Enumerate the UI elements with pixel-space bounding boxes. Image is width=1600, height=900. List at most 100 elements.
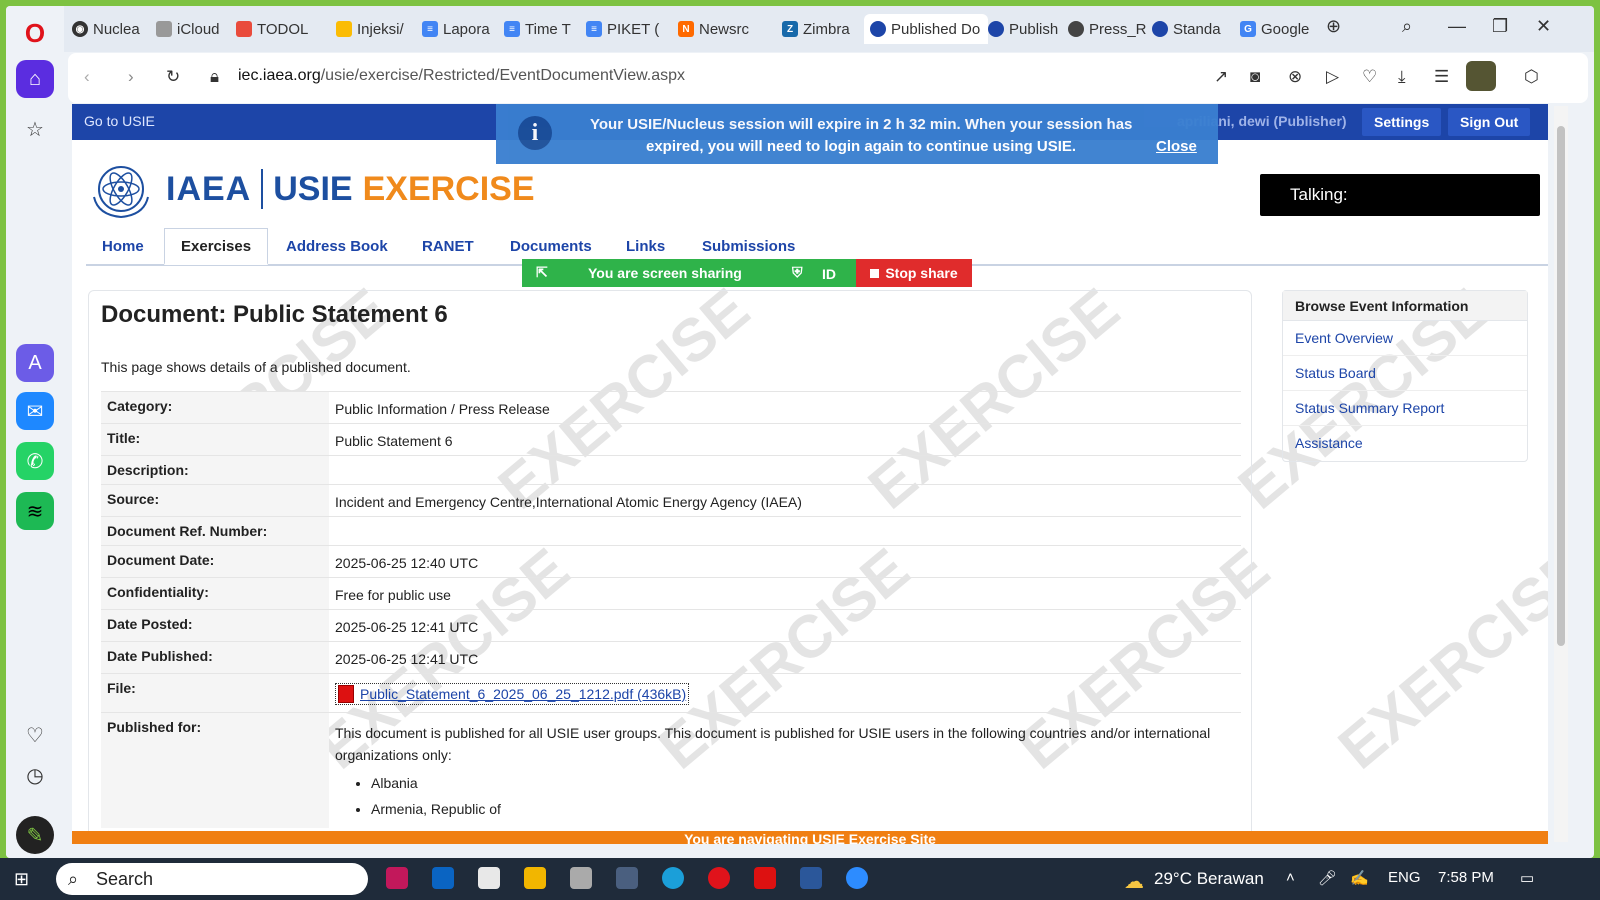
tab[interactable]: N Newsrc (678, 14, 754, 44)
tab[interactable]: Standa (1152, 14, 1230, 44)
tab[interactable]: ≡ Time T (504, 14, 580, 44)
details-table: Category: Public Information / Press Rele… (101, 391, 1241, 828)
zoom-icon[interactable] (846, 867, 868, 889)
stop-share-button[interactable]: Stop share (856, 259, 972, 287)
page-scrollbar[interactable] (1554, 106, 1568, 842)
site-logo[interactable]: IAEA USIE EXERCISE (86, 154, 535, 224)
paint-icon[interactable] (570, 867, 592, 889)
tab[interactable]: Z Zimbra (782, 14, 860, 44)
scrollbar-thumb[interactable] (1557, 126, 1565, 646)
new-tab-icon[interactable]: ⊕ (1326, 16, 1341, 37)
copilot-icon[interactable] (386, 867, 408, 889)
drive-icon (336, 21, 352, 37)
history-icon[interactable]: ◷ (16, 756, 54, 794)
link-status-board[interactable]: Status Board (1283, 356, 1527, 391)
heart-icon[interactable]: ♡ (1362, 67, 1377, 87)
chevron-up-icon[interactable]: ˄ (1286, 869, 1295, 886)
tab[interactable]: Publish (988, 14, 1064, 44)
menu-icon[interactable]: ☰ (1434, 67, 1449, 87)
file-link[interactable]: Public_Statement_6_2025_06_25_1212.pdf (… (335, 683, 690, 705)
home-icon[interactable]: ⌂ (16, 60, 54, 98)
edit-icon[interactable]: ✎ (16, 816, 54, 854)
share-icon[interactable]: ↗ (1214, 67, 1228, 87)
windows-start-icon[interactable]: ⊞ (14, 869, 29, 890)
pinboard-icon[interactable]: ☆ (16, 110, 54, 148)
weather-text[interactable]: 29°C Berawan (1154, 869, 1264, 889)
calculator-icon[interactable] (616, 867, 638, 889)
tab-label: Press_R (1089, 20, 1147, 38)
extensions-icon[interactable]: ⬡ (1524, 67, 1539, 87)
taskbar: ⊞ ⌕ Search ☁ 29°C Berawan ˄ 🎤︎ ✍ ENG 7:58… (0, 858, 1600, 900)
banner-close-link[interactable]: Close (1156, 138, 1197, 155)
forward-icon[interactable]: › (128, 67, 134, 87)
edge-icon[interactable] (662, 867, 684, 889)
restore-icon[interactable]: ❐ (1492, 16, 1508, 37)
newsroom-icon: N (678, 21, 694, 37)
outlook-icon[interactable] (432, 867, 454, 889)
adblock-icon[interactable]: ⊗ (1288, 67, 1302, 87)
info-icon: i (518, 116, 552, 150)
address-bar[interactable]: ‹ › ↻ 🔒︎ iec.iaea.org/usie/exercise/Rest… (68, 53, 1588, 103)
field-label: Source: (101, 484, 329, 517)
tab-label: Newsrc (699, 20, 750, 38)
tab[interactable]: Injeksi/ (336, 14, 416, 44)
nav-address-book[interactable]: Address Book (270, 228, 404, 264)
nav-ranet[interactable]: RANET (406, 228, 490, 264)
apple-icon (156, 21, 172, 37)
whatsapp-icon[interactable]: ✆ (16, 442, 54, 480)
opera-logo-icon[interactable]: O (16, 14, 54, 52)
tab-bar: ◉ Nuclea iCloud TODOL Injeksi/ ≡ Lapora ≡ T… (64, 6, 1594, 52)
browse-event-panel: Browse Event Information Event Overview … (1282, 290, 1528, 462)
tab[interactable]: ≡ Lapora (422, 14, 498, 44)
back-icon[interactable]: ‹ (84, 67, 90, 87)
avatar[interactable] (1466, 61, 1496, 91)
download-icon[interactable]: ⤓ (1398, 67, 1406, 87)
microphone-icon[interactable]: 🎤︎ (1318, 869, 1337, 887)
field-label: Date Posted: (101, 609, 329, 642)
acrobat-icon[interactable] (754, 867, 776, 889)
link-status-summary-report[interactable]: Status Summary Report (1283, 391, 1527, 426)
talking-label: Talking: (1290, 185, 1348, 204)
tab-label: Published Do (891, 20, 981, 38)
nav-home[interactable]: Home (86, 228, 160, 264)
tab[interactable]: ◉ Nuclea (72, 14, 152, 44)
table-row: Date Published: 2025-06-25 12:41 UTC (101, 641, 1241, 674)
tab[interactable]: Press_R (1068, 14, 1148, 44)
file-explorer-icon[interactable] (524, 867, 546, 889)
favorites-icon[interactable]: ♡ (16, 716, 54, 754)
file-link-text[interactable]: Public_Statement_6_2025_06_25_1212.pdf (… (360, 686, 686, 702)
opera-icon[interactable] (708, 867, 730, 889)
tab[interactable]: TODOL (236, 14, 316, 44)
link-assistance[interactable]: Assistance (1283, 426, 1527, 461)
minimize-icon[interactable]: — (1448, 16, 1466, 37)
pen-icon[interactable]: ✍ (1350, 869, 1369, 887)
url-text[interactable]: iec.iaea.org/usie/exercise/Restricted/Ev… (238, 67, 685, 85)
tab-active[interactable]: Published Do (864, 14, 988, 44)
play-icon[interactable]: ▷ (1326, 67, 1339, 87)
taskbar-search[interactable]: ⌕ Search (56, 863, 368, 895)
tab[interactable]: ≡ PIKET ( (586, 14, 662, 44)
language-indicator[interactable]: ENG (1388, 869, 1421, 886)
clock[interactable]: 7:58 PM (1438, 869, 1494, 886)
settings-button[interactable]: Settings (1362, 108, 1442, 136)
nav-exercises[interactable]: Exercises (164, 228, 269, 265)
store-icon[interactable] (478, 867, 500, 889)
sign-out-button[interactable]: Sign Out (1448, 108, 1531, 136)
aria-icon[interactable]: A (16, 344, 54, 382)
link-event-overview[interactable]: Event Overview (1283, 321, 1527, 356)
messenger-icon[interactable]: ✉ (16, 392, 54, 430)
pin-icon[interactable]: ⇱ (536, 264, 548, 281)
tab[interactable]: iCloud (156, 14, 232, 44)
word-icon[interactable] (800, 867, 822, 889)
notification-icon[interactable]: ▭ (1520, 869, 1534, 887)
camera-icon[interactable]: ◙ (1250, 67, 1260, 87)
share-id[interactable]: ID (822, 266, 836, 282)
logo-divider (261, 169, 264, 209)
close-icon[interactable]: ✕ (1536, 16, 1551, 37)
go-to-usie-link[interactable]: Go to USIE (84, 113, 155, 129)
spotify-icon[interactable]: ≋ (16, 492, 54, 530)
search-tabs-icon[interactable]: ⌕ (1402, 16, 1412, 37)
reload-icon[interactable]: ↻ (166, 67, 180, 87)
browser-window: O ⌂ ☆ A ✉ ✆ ≋ ♡ ◷ ✎ ◉ Nuclea iCloud TODOL… (6, 6, 1594, 858)
tab[interactable]: G Google (1240, 14, 1316, 44)
